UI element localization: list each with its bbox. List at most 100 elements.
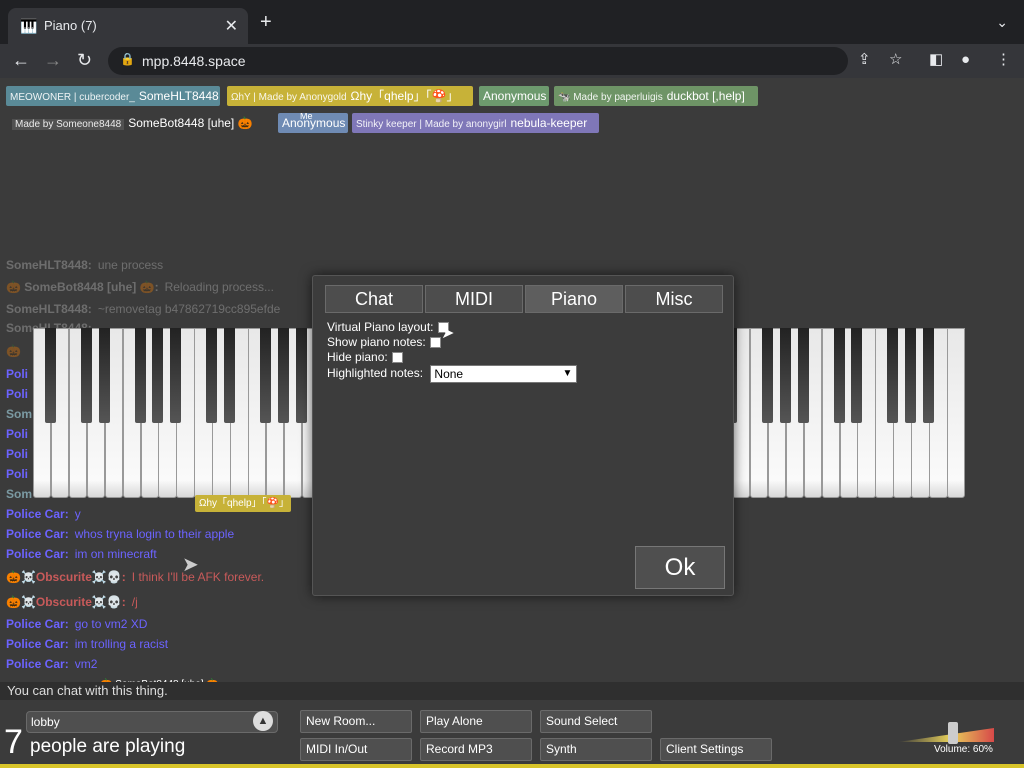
browser-menu-icon[interactable]: ⋮ <box>996 51 1011 69</box>
show-notes-label: Show piano notes: <box>327 335 426 349</box>
client-settings-button[interactable]: Client Settings <box>660 738 772 761</box>
black-key[interactable] <box>797 328 809 423</box>
black-key[interactable] <box>295 328 307 423</box>
chat-sender: Police Car: <box>6 507 69 521</box>
black-key[interactable] <box>98 328 110 423</box>
black-key[interactable] <box>833 328 845 423</box>
highlighted-notes-label: Highlighted notes: <box>327 366 424 381</box>
player-tag-label: Made by Someone8448 <box>12 119 125 130</box>
black-key[interactable] <box>277 328 289 423</box>
virtual-layout-label: Virtual Piano layout: <box>327 320 434 334</box>
chat-message: 🎃 <box>6 344 27 358</box>
black-key[interactable] <box>224 328 236 423</box>
chat-message: Police Car: vm2 <box>6 657 97 671</box>
record-mp3-button[interactable]: Record MP3 <box>420 738 532 761</box>
volume-slider[interactable] <box>898 728 994 742</box>
player-tag-label: MEOWONER | cubercoder_ <box>10 92 135 103</box>
chat-sender-partial: Poli <box>6 447 29 461</box>
player-tag[interactable]: MEOWONER | cubercoder_ SomeHLT8448 <box>6 86 220 106</box>
browser-tab[interactable]: 🎹 Piano (7) ✕ <box>8 8 248 44</box>
chat-message: 🎃☠️Obscurite☠️💀: /j <box>6 595 138 609</box>
midi-in-out-button[interactable]: MIDI In/Out <box>300 738 412 761</box>
chat-sender: SomeHLT8448: <box>6 258 92 272</box>
piano-page: MEOWONER | cubercoder_ SomeHLT8448 ΩhY | … <box>0 78 1024 768</box>
show-notes-checkbox[interactable] <box>429 337 441 349</box>
chat-message: Police Car: im on minecraft <box>6 547 157 561</box>
black-key[interactable] <box>170 328 182 423</box>
virtual-layout-option: Virtual Piano layout: <box>327 320 449 334</box>
share-icon[interactable]: ⇪ <box>858 51 871 69</box>
synth-button[interactable]: Synth <box>540 738 652 761</box>
tab-piano[interactable]: Piano <box>525 285 623 313</box>
player-tag[interactable]: ΩhY | Made by Anonygold Ωhy「qhelp」「🍄」 <box>227 86 473 106</box>
profile-icon[interactable]: ● <box>961 51 970 69</box>
chat-message: 🎃 SomeBot8448 [uhe] 🎃: Reloading process.… <box>6 280 274 294</box>
chevron-down-icon: ▼ <box>562 368 573 379</box>
volume-label: Volume: 60% <box>934 744 993 755</box>
volume-knob[interactable] <box>948 722 959 744</box>
black-key[interactable] <box>260 328 271 423</box>
white-key[interactable] <box>947 328 965 498</box>
lock-icon: 🔒 <box>120 52 135 66</box>
player-tag[interactable]: Made by Someone8448 SomeBot8448 [uhe] 🎃 <box>8 113 272 133</box>
hide-piano-option: Hide piano: <box>327 350 403 364</box>
room-selector[interactable]: lobby ▲ <box>26 711 278 733</box>
highlighted-notes-option: Highlighted notes: None ▼ <box>327 365 578 383</box>
chat-sender-partial: Som <box>6 407 33 421</box>
chat-sender: Police Car: <box>6 547 69 561</box>
chat-message: 🎃☠️Obscurite☠️💀: I think I'll be AFK fore… <box>6 570 264 584</box>
black-key[interactable] <box>134 328 146 423</box>
my-player-tag[interactable]: Me Anonymous <box>278 113 348 133</box>
chat-input[interactable]: You can chat with this thing. <box>0 682 1024 700</box>
black-key[interactable] <box>206 328 218 423</box>
tab-search-chevron-icon[interactable]: ⌄ <box>996 14 1008 31</box>
expand-rooms-icon[interactable]: ▲ <box>253 711 273 731</box>
back-icon[interactable]: ← <box>12 50 30 70</box>
black-key[interactable] <box>44 328 56 423</box>
player-name: SomeBot8448 [uhe] 🎃 <box>128 116 253 130</box>
forward-icon[interactable]: → <box>44 50 62 70</box>
black-key[interactable] <box>887 328 899 423</box>
player-name: SomeHLT8448 <box>138 89 219 103</box>
ok-button[interactable]: Ok <box>635 546 725 589</box>
player-tag[interactable]: Anonymous <box>479 86 549 106</box>
chat-text: im on minecraft <box>74 547 157 561</box>
highlighted-notes-select[interactable]: None ▼ <box>430 365 578 383</box>
chat-sender-partial: Som <box>6 487 33 501</box>
play-alone-button[interactable]: Play Alone <box>420 710 532 733</box>
black-key[interactable] <box>761 328 773 423</box>
side-panel-icon[interactable]: ◧ <box>929 51 943 69</box>
chat-text: go to vm2 XD <box>74 617 148 631</box>
black-key[interactable] <box>923 328 935 423</box>
chat-input-placeholder: You can chat with this thing. <box>7 683 168 698</box>
hide-piano-checkbox[interactable] <box>391 352 403 364</box>
chat-text: y <box>74 507 81 521</box>
me-label: Me <box>300 113 313 121</box>
piano-favicon-icon: 🎹 <box>20 18 38 34</box>
chat-sender: 🎃☠️Obscurite☠️💀: <box>6 570 126 584</box>
black-key[interactable] <box>905 328 917 423</box>
player-tag[interactable]: 🐄 Made by paperluigis duckbot [,help] <box>554 86 758 106</box>
close-tab-icon[interactable]: ✕ <box>225 16 238 36</box>
highlighted-notes-value: None <box>434 367 464 381</box>
new-room-button[interactable]: New Room... <box>300 710 412 733</box>
player-name: duckbot [,help] <box>666 89 745 103</box>
bookmark-star-icon[interactable]: ☆ <box>889 51 902 69</box>
chat-sender: SomeHLT8448: <box>6 302 92 316</box>
black-key[interactable] <box>80 328 92 423</box>
tab-title: Piano (7) <box>44 18 97 33</box>
player-tag[interactable]: Stinky keeper | Made by anonygirl nebula-… <box>352 113 599 133</box>
tab-midi[interactable]: MIDI <box>425 285 523 313</box>
black-key[interactable] <box>851 328 863 423</box>
black-key[interactable] <box>779 328 791 423</box>
sound-select-button[interactable]: Sound Select <box>540 710 652 733</box>
player-name: Anonymous <box>282 116 346 130</box>
room-name: lobby <box>31 715 60 729</box>
tab-chat[interactable]: Chat <box>325 285 423 313</box>
reload-icon[interactable]: ↻ <box>77 50 92 70</box>
black-key[interactable] <box>152 328 164 423</box>
new-tab-icon[interactable]: + <box>260 12 272 32</box>
settings-dialog: Chat MIDI Piano Misc Virtual Piano layou… <box>312 275 734 596</box>
tab-misc[interactable]: Misc <box>625 285 723 313</box>
address-bar[interactable]: 🔒 mpp.8448.space <box>108 47 848 75</box>
